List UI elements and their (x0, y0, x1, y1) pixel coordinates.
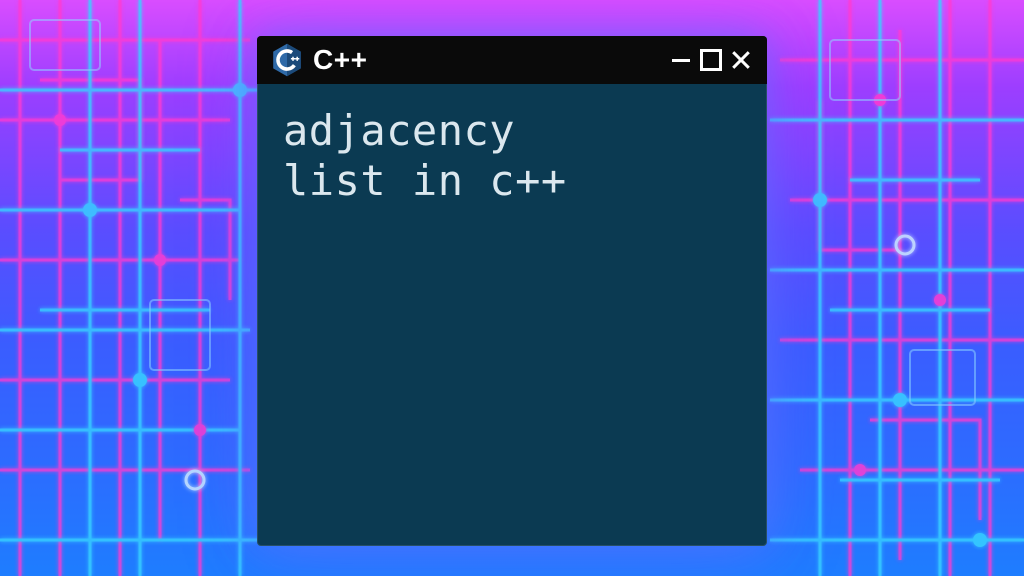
window-controls (669, 48, 753, 72)
app-title: C++ (313, 44, 659, 76)
body-text: adjacency list in c++ (283, 106, 741, 205)
maximize-icon[interactable] (699, 48, 723, 72)
app-window: C++ adjacency list in c++ (257, 36, 767, 546)
titlebar[interactable]: C++ (257, 36, 767, 84)
cpp-logo-icon (271, 43, 303, 77)
close-icon[interactable] (729, 48, 753, 72)
minimize-icon[interactable] (669, 48, 693, 72)
window-body: adjacency list in c++ (257, 84, 767, 546)
